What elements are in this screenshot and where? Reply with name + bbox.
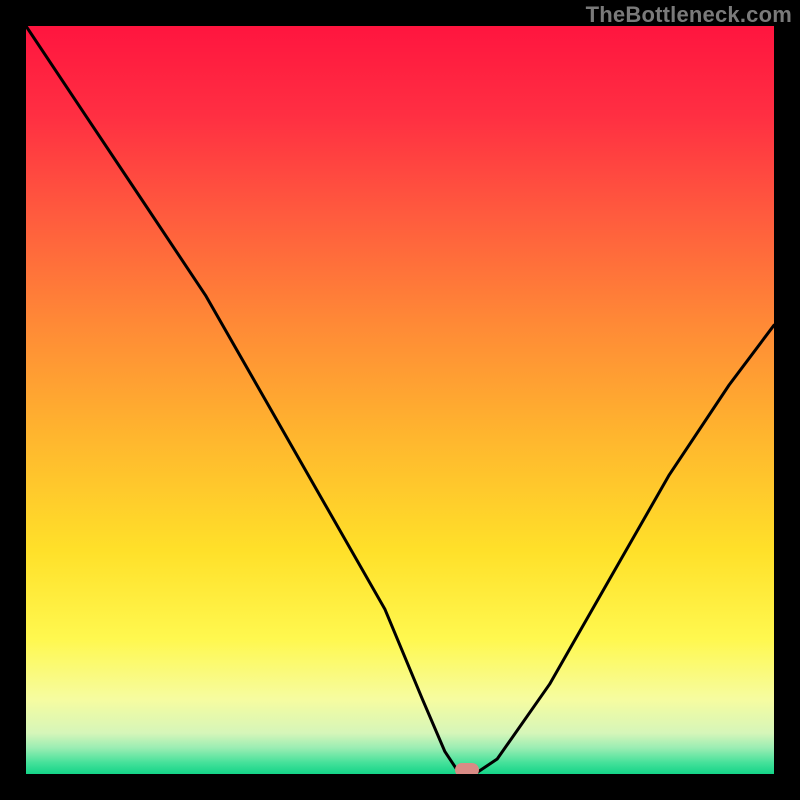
- optimum-marker: [455, 763, 479, 774]
- watermark-text: TheBottleneck.com: [586, 2, 792, 28]
- bottleneck-curve: [26, 26, 774, 774]
- chart-frame: TheBottleneck.com: [0, 0, 800, 800]
- plot-area: [26, 26, 774, 774]
